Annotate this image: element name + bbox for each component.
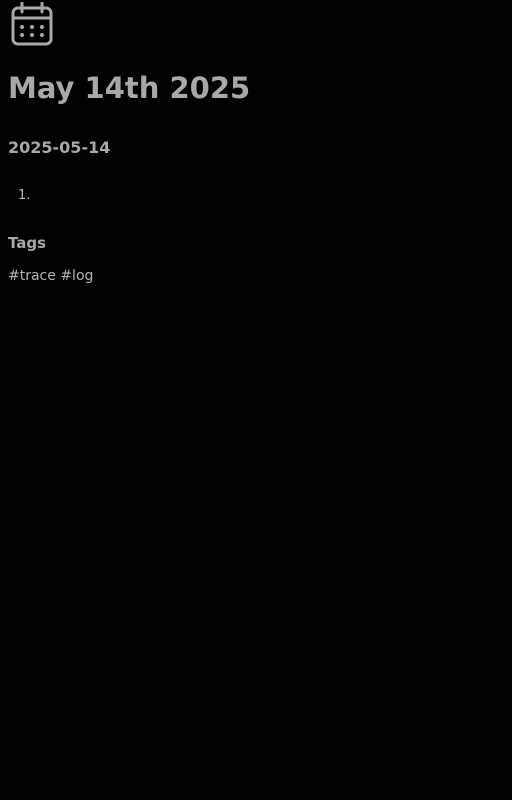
tags-list: #trace #log [8, 265, 93, 287]
list-item-number: 1. [18, 188, 31, 203]
date-heading: 2025-05-14 [8, 138, 111, 157]
page-title: May 14th 2025 [8, 71, 251, 105]
journal-page: May 14th 2025 2025-05-14 1. Tags #trace … [0, 0, 512, 800]
tag-trace[interactable]: #trace [8, 268, 56, 284]
list-item[interactable]: 1. [8, 186, 30, 206]
tags-heading: Tags [8, 234, 47, 252]
numbered-list: 1. [8, 186, 30, 206]
tag-log[interactable]: #log [60, 268, 93, 284]
calendar-icon [11, 1, 53, 46]
